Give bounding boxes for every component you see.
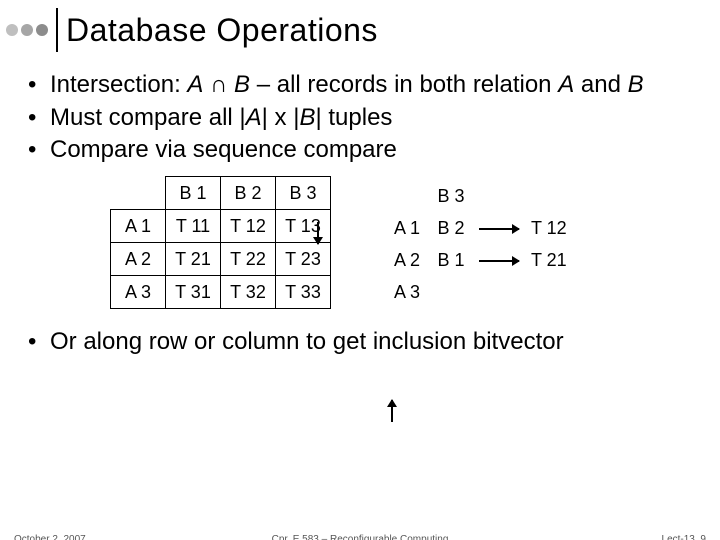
right-b-cell: B 2 xyxy=(429,212,473,244)
right-t-cell: T 21 xyxy=(525,244,573,276)
bullet-list-bottom: Or along row or column to get inclusion … xyxy=(28,327,696,358)
arrow-right-icon xyxy=(479,228,519,230)
row-header: A 3 xyxy=(111,276,166,309)
dot-icon xyxy=(36,24,48,36)
matrix-cell: T 23 xyxy=(276,243,331,276)
matrix-table: B 1B 2B 3A 1T 11T 12T 13A 2T 21T 22T 23A… xyxy=(110,176,331,309)
right-a-cell: A 1 xyxy=(385,212,429,244)
right-t-cell xyxy=(525,276,573,308)
mapping-table: B 3A 1B 2 T 12 A 2B 1 T 21 A 3 xyxy=(385,180,573,308)
matrix-cell: T 12 xyxy=(221,210,276,243)
matrix-cell: T 22 xyxy=(221,243,276,276)
arrow-down-icon xyxy=(317,222,319,244)
matrix-cell: T 31 xyxy=(166,276,221,309)
right-header: B 3 xyxy=(429,180,473,212)
footer-page: Lect-13. 9 xyxy=(662,534,706,540)
title-divider xyxy=(56,8,58,52)
matrix-cell: T 21 xyxy=(166,243,221,276)
bullet-item: Intersection: A ∩ B – all records in bot… xyxy=(28,70,696,101)
slide-title: Database Operations xyxy=(66,12,378,49)
bullet-item: Must compare all |A| x |B| tuples xyxy=(28,103,696,134)
right-b-cell xyxy=(429,276,473,308)
bullet-list-top: Intersection: A ∩ B – all records in bot… xyxy=(28,70,696,166)
dot-icon xyxy=(21,24,33,36)
col-header: B 1 xyxy=(166,177,221,210)
matrix-cell: T 11 xyxy=(166,210,221,243)
right-a-cell: A 3 xyxy=(385,276,429,308)
matrix-cell: T 32 xyxy=(221,276,276,309)
dot-icon xyxy=(6,24,18,36)
matrix-cell: T 33 xyxy=(276,276,331,309)
title-row: Database Operations xyxy=(0,0,720,52)
row-header: A 1 xyxy=(111,210,166,243)
col-header: B 2 xyxy=(221,177,276,210)
right-t-cell: T 12 xyxy=(525,212,573,244)
footer-course: Cpr. E 583 – Reconfigurable Computing xyxy=(0,534,720,540)
bullet-item: Compare via sequence compare xyxy=(28,135,696,166)
right-b-cell: B 1 xyxy=(429,244,473,276)
row-header: A 2 xyxy=(111,243,166,276)
bullet-item: Or along row or column to get inclusion … xyxy=(28,327,696,358)
right-a-cell: A 2 xyxy=(385,244,429,276)
arrow-right-icon xyxy=(479,260,519,262)
col-header: B 3 xyxy=(276,177,331,210)
arrow-up-icon xyxy=(391,400,393,422)
decorative-dots xyxy=(6,24,48,36)
